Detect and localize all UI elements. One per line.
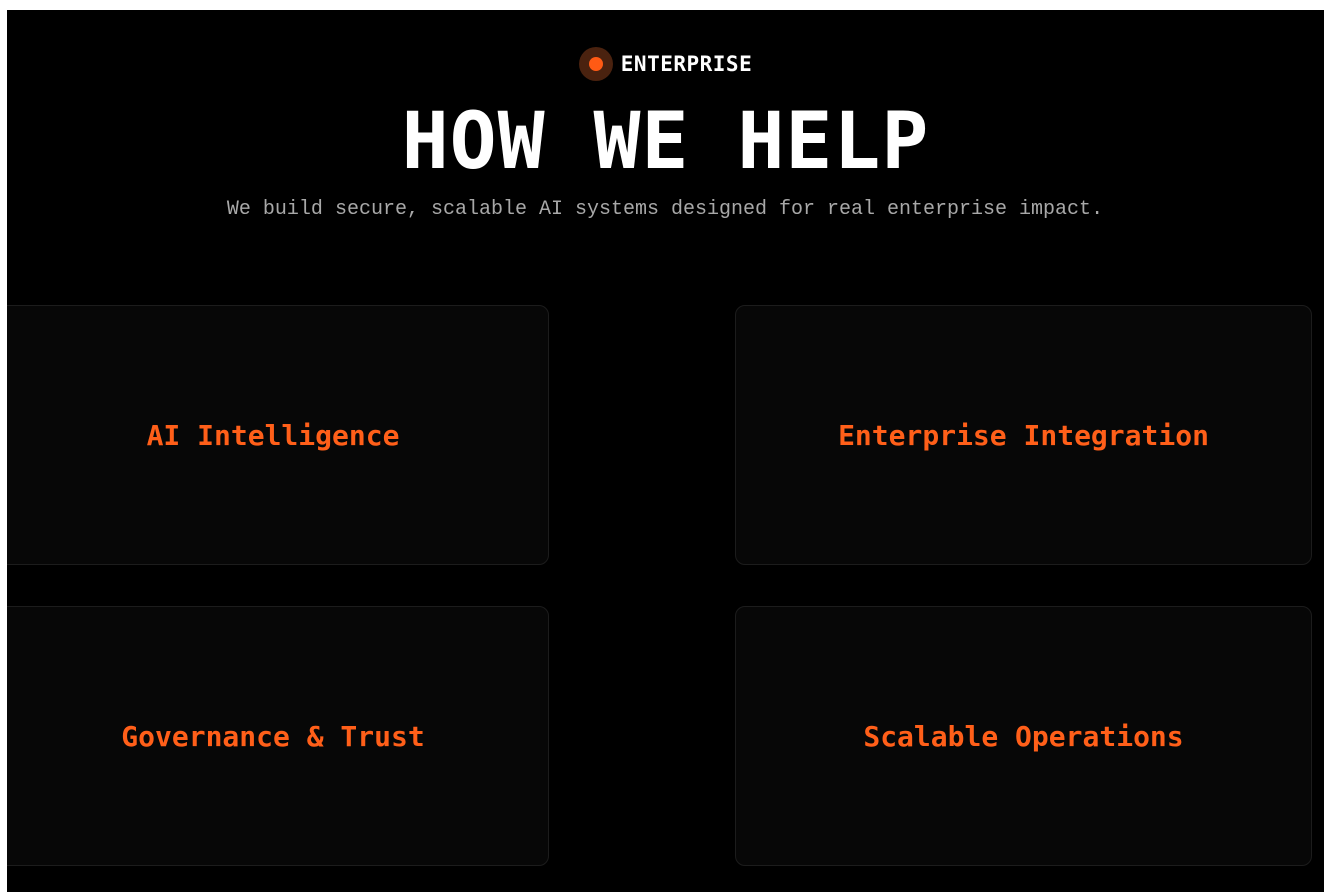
section-eyebrow: ENTERPRISE	[7, 47, 1324, 81]
card-title: Governance & Trust	[121, 719, 425, 753]
card-title: AI Intelligence	[146, 418, 400, 452]
card-title: Enterprise Integration	[838, 418, 1209, 452]
section-subtitle: We build secure, scalable AI systems des…	[226, 198, 1104, 221]
status-dot-icon	[578, 47, 613, 81]
card-scalable-operations[interactable]: Scalable Operations	[735, 606, 1312, 866]
section-title: HOW WE HELP	[401, 97, 930, 187]
eyebrow-label: ENTERPRISE	[620, 52, 753, 76]
status-dot-core	[588, 57, 603, 71]
card-title: Scalable Operations	[863, 719, 1184, 753]
how-we-help-section: ENTERPRISE HOW WE HELP We build secure, …	[7, 10, 1324, 892]
card-governance-trust[interactable]: Governance & Trust	[7, 606, 549, 866]
card-enterprise-integration[interactable]: Enterprise Integration	[735, 305, 1312, 565]
card-ai-intelligence[interactable]: AI Intelligence	[7, 305, 549, 565]
